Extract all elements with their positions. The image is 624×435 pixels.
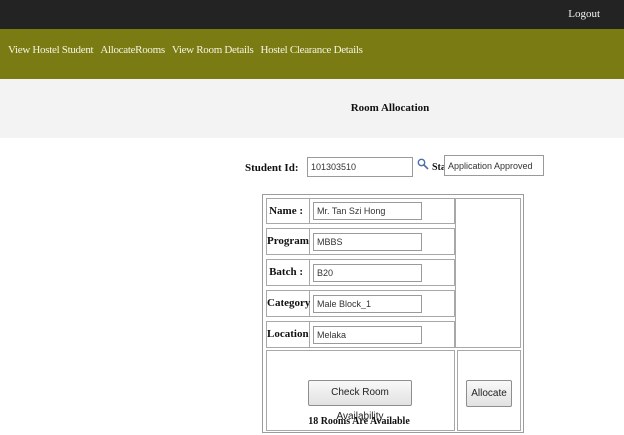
- category-label: Category :: [266, 290, 310, 333]
- student-id-input[interactable]: [307, 157, 413, 177]
- nav-view-hostel-student[interactable]: View Hostel Student: [8, 44, 94, 56]
- photo-area: [455, 198, 521, 348]
- check-room-availability-button[interactable]: Check Room Availability: [308, 380, 412, 422]
- category-input[interactable]: [313, 295, 422, 313]
- title-bar: Room Allocation: [0, 79, 624, 138]
- status-field: [444, 155, 544, 176]
- name-label: Name :: [266, 198, 310, 224]
- program-cell: [310, 228, 455, 255]
- location-input[interactable]: [313, 326, 422, 344]
- program-input[interactable]: [313, 233, 422, 251]
- search-icon[interactable]: [417, 158, 429, 170]
- batch-input[interactable]: [313, 264, 422, 282]
- location-cell: [310, 321, 455, 348]
- nav-allocate-rooms[interactable]: AllocateRooms: [100, 44, 165, 56]
- location-label: Location :: [266, 321, 310, 364]
- student-id-label: Student Id:: [245, 162, 299, 174]
- batch-cell: [310, 259, 455, 286]
- allocate-button[interactable]: Allocate: [466, 380, 512, 407]
- logout-link[interactable]: Logout: [568, 8, 600, 20]
- name-input[interactable]: [313, 202, 422, 220]
- top-bar: Logout: [0, 0, 624, 29]
- nav-bar: View Hostel Student AllocateRooms View R…: [0, 29, 624, 79]
- nav-view-room-details[interactable]: View Room Details: [172, 44, 254, 56]
- batch-label: Batch :: [266, 259, 310, 286]
- name-cell: [310, 198, 455, 224]
- nav-menu: View Hostel Student AllocateRooms View R…: [8, 44, 363, 56]
- category-cell: [310, 290, 455, 317]
- rooms-available-text: 18 Rooms Are Available: [308, 416, 410, 427]
- nav-hostel-clearance-details[interactable]: Hostel Clearance Details: [260, 44, 362, 56]
- program-label: Program :: [266, 228, 310, 271]
- page-title: Room Allocation: [350, 102, 430, 114]
